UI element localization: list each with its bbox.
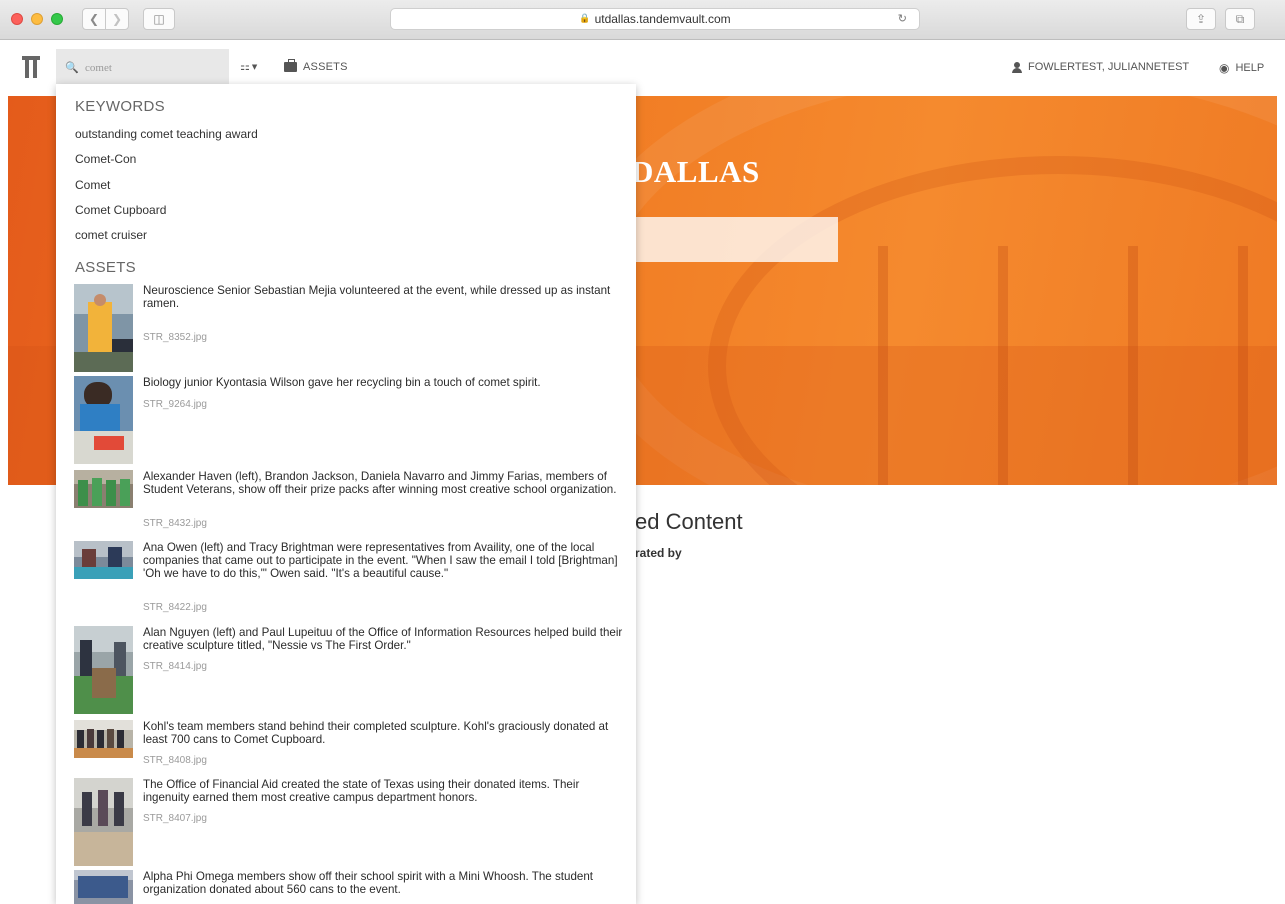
asset-thumbnail bbox=[74, 376, 133, 464]
asset-filename: STR_9264.jpg bbox=[143, 399, 207, 410]
asset-thumbnail bbox=[74, 626, 133, 714]
asset-result[interactable]: Kohl's team members stand behind their c… bbox=[74, 720, 624, 766]
asset-result[interactable]: Neuroscience Senior Sebastian Mejia volu… bbox=[74, 284, 624, 372]
assets-heading: ASSETS bbox=[75, 259, 136, 276]
chevron-right-icon: ❯ bbox=[111, 12, 123, 26]
show-tabs-button[interactable]: ⧉ bbox=[1225, 8, 1255, 30]
assets-nav-link[interactable]: ASSETS bbox=[284, 59, 348, 73]
asset-caption: Alan Nguyen (left) and Paul Lupeituu of … bbox=[143, 626, 623, 652]
asset-result[interactable]: Alan Nguyen (left) and Paul Lupeituu of … bbox=[74, 626, 624, 714]
asset-result[interactable]: Alexander Haven (left), Brandon Jackson,… bbox=[74, 470, 624, 529]
user-name: FOWLERTEST, JULIANNETEST bbox=[1028, 61, 1190, 73]
minimize-window-button[interactable] bbox=[31, 13, 43, 25]
browser-toolbar: ❮ ❯ ◫ 🔒 utdallas.tandemvault.com ↻ ⇪ ⧉ bbox=[0, 0, 1285, 40]
hero-search-input[interactable] bbox=[629, 217, 838, 262]
url-text: utdallas.tandemvault.com bbox=[594, 12, 731, 26]
asset-caption: Biology junior Kyontasia Wilson gave her… bbox=[143, 376, 541, 389]
asset-caption: The Office of Financial Aid created the … bbox=[143, 778, 580, 804]
caret-down-icon: ▼ bbox=[251, 62, 258, 71]
asset-thumbnail bbox=[74, 870, 133, 904]
asset-caption: Alexander Haven (left), Brandon Jackson,… bbox=[143, 470, 617, 496]
asset-caption: Alpha Phi Omega members show off their s… bbox=[143, 870, 594, 896]
close-window-button[interactable] bbox=[11, 13, 23, 25]
lifebuoy-icon: ◉ bbox=[1219, 61, 1230, 75]
help-link[interactable]: ◉ HELP bbox=[1219, 61, 1264, 75]
user-icon bbox=[1012, 61, 1022, 73]
asset-thumbnail bbox=[74, 284, 133, 372]
share-icon: ⇪ bbox=[1195, 12, 1207, 26]
asset-result[interactable]: The Office of Financial Aid created the … bbox=[74, 778, 624, 866]
tabs-icon: ⧉ bbox=[1235, 11, 1245, 26]
asset-filename: STR_8414.jpg bbox=[143, 661, 207, 672]
user-menu[interactable]: FOWLERTEST, JULIANNETEST bbox=[1012, 61, 1189, 73]
hierarchy-menu-button[interactable]: ⚏ ▼ bbox=[240, 60, 257, 73]
keyword-suggestion[interactable]: Comet Cupboard bbox=[75, 203, 166, 217]
asset-filename: STR_8352.jpg bbox=[143, 332, 207, 343]
briefcase-icon bbox=[284, 59, 297, 72]
asset-thumbnail bbox=[74, 541, 133, 579]
zoom-window-button[interactable] bbox=[51, 13, 63, 25]
asset-result[interactable]: Alpha Phi Omega members show off their s… bbox=[74, 870, 624, 904]
asset-filename: STR_8408.jpg bbox=[143, 755, 207, 766]
featured-content-subtitle: rated by bbox=[635, 546, 682, 560]
featured-content-title: ed Content bbox=[635, 509, 743, 534]
chevron-left-icon: ❮ bbox=[88, 12, 100, 26]
hero-title: DALLAS bbox=[631, 154, 760, 189]
keywords-heading: KEYWORDS bbox=[75, 98, 165, 115]
search-box[interactable]: 🔍 bbox=[56, 49, 229, 86]
asset-thumbnail bbox=[74, 778, 133, 866]
keyword-suggestion[interactable]: comet cruiser bbox=[75, 228, 147, 242]
asset-filename: STR_8432.jpg bbox=[143, 518, 207, 529]
search-suggestions-dropdown: KEYWORDS outstanding comet teaching awar… bbox=[56, 84, 636, 904]
keyword-suggestion[interactable]: outstanding comet teaching award bbox=[75, 127, 258, 141]
back-button[interactable]: ❮ bbox=[82, 8, 106, 30]
asset-result[interactable]: Biology junior Kyontasia Wilson gave her… bbox=[74, 376, 624, 464]
asset-filename: STR_8407.jpg bbox=[143, 813, 207, 824]
asset-thumbnail bbox=[74, 720, 133, 758]
forward-button[interactable]: ❯ bbox=[105, 8, 129, 30]
new-tab-button[interactable] bbox=[1270, 10, 1284, 30]
search-input[interactable] bbox=[85, 61, 225, 74]
reload-icon[interactable]: ↻ bbox=[898, 12, 907, 25]
search-icon: 🔍 bbox=[65, 61, 79, 74]
asset-result[interactable]: Ana Owen (left) and Tracy Brightman were… bbox=[74, 541, 624, 613]
sidebar-toggle-button[interactable]: ◫ bbox=[143, 8, 175, 30]
asset-filename: STR_8422.jpg bbox=[143, 602, 207, 613]
asset-caption: Kohl's team members stand behind their c… bbox=[143, 720, 609, 746]
sidebar-icon: ◫ bbox=[153, 12, 165, 26]
address-bar[interactable]: 🔒 utdallas.tandemvault.com ↻ bbox=[390, 8, 920, 30]
keyword-suggestion[interactable]: Comet-Con bbox=[75, 152, 136, 166]
help-label: HELP bbox=[1235, 62, 1265, 74]
tandem-vault-logo[interactable] bbox=[22, 56, 40, 78]
assets-nav-label: ASSETS bbox=[303, 61, 348, 73]
sitemap-icon: ⚏ bbox=[240, 60, 250, 73]
share-button[interactable]: ⇪ bbox=[1186, 8, 1216, 30]
asset-thumbnail bbox=[74, 470, 133, 508]
keyword-suggestion[interactable]: Comet bbox=[75, 178, 110, 192]
asset-caption: Ana Owen (left) and Tracy Brightman were… bbox=[143, 541, 618, 580]
asset-caption: Neuroscience Senior Sebastian Mejia volu… bbox=[143, 284, 611, 310]
lock-icon: 🔒 bbox=[579, 14, 591, 24]
